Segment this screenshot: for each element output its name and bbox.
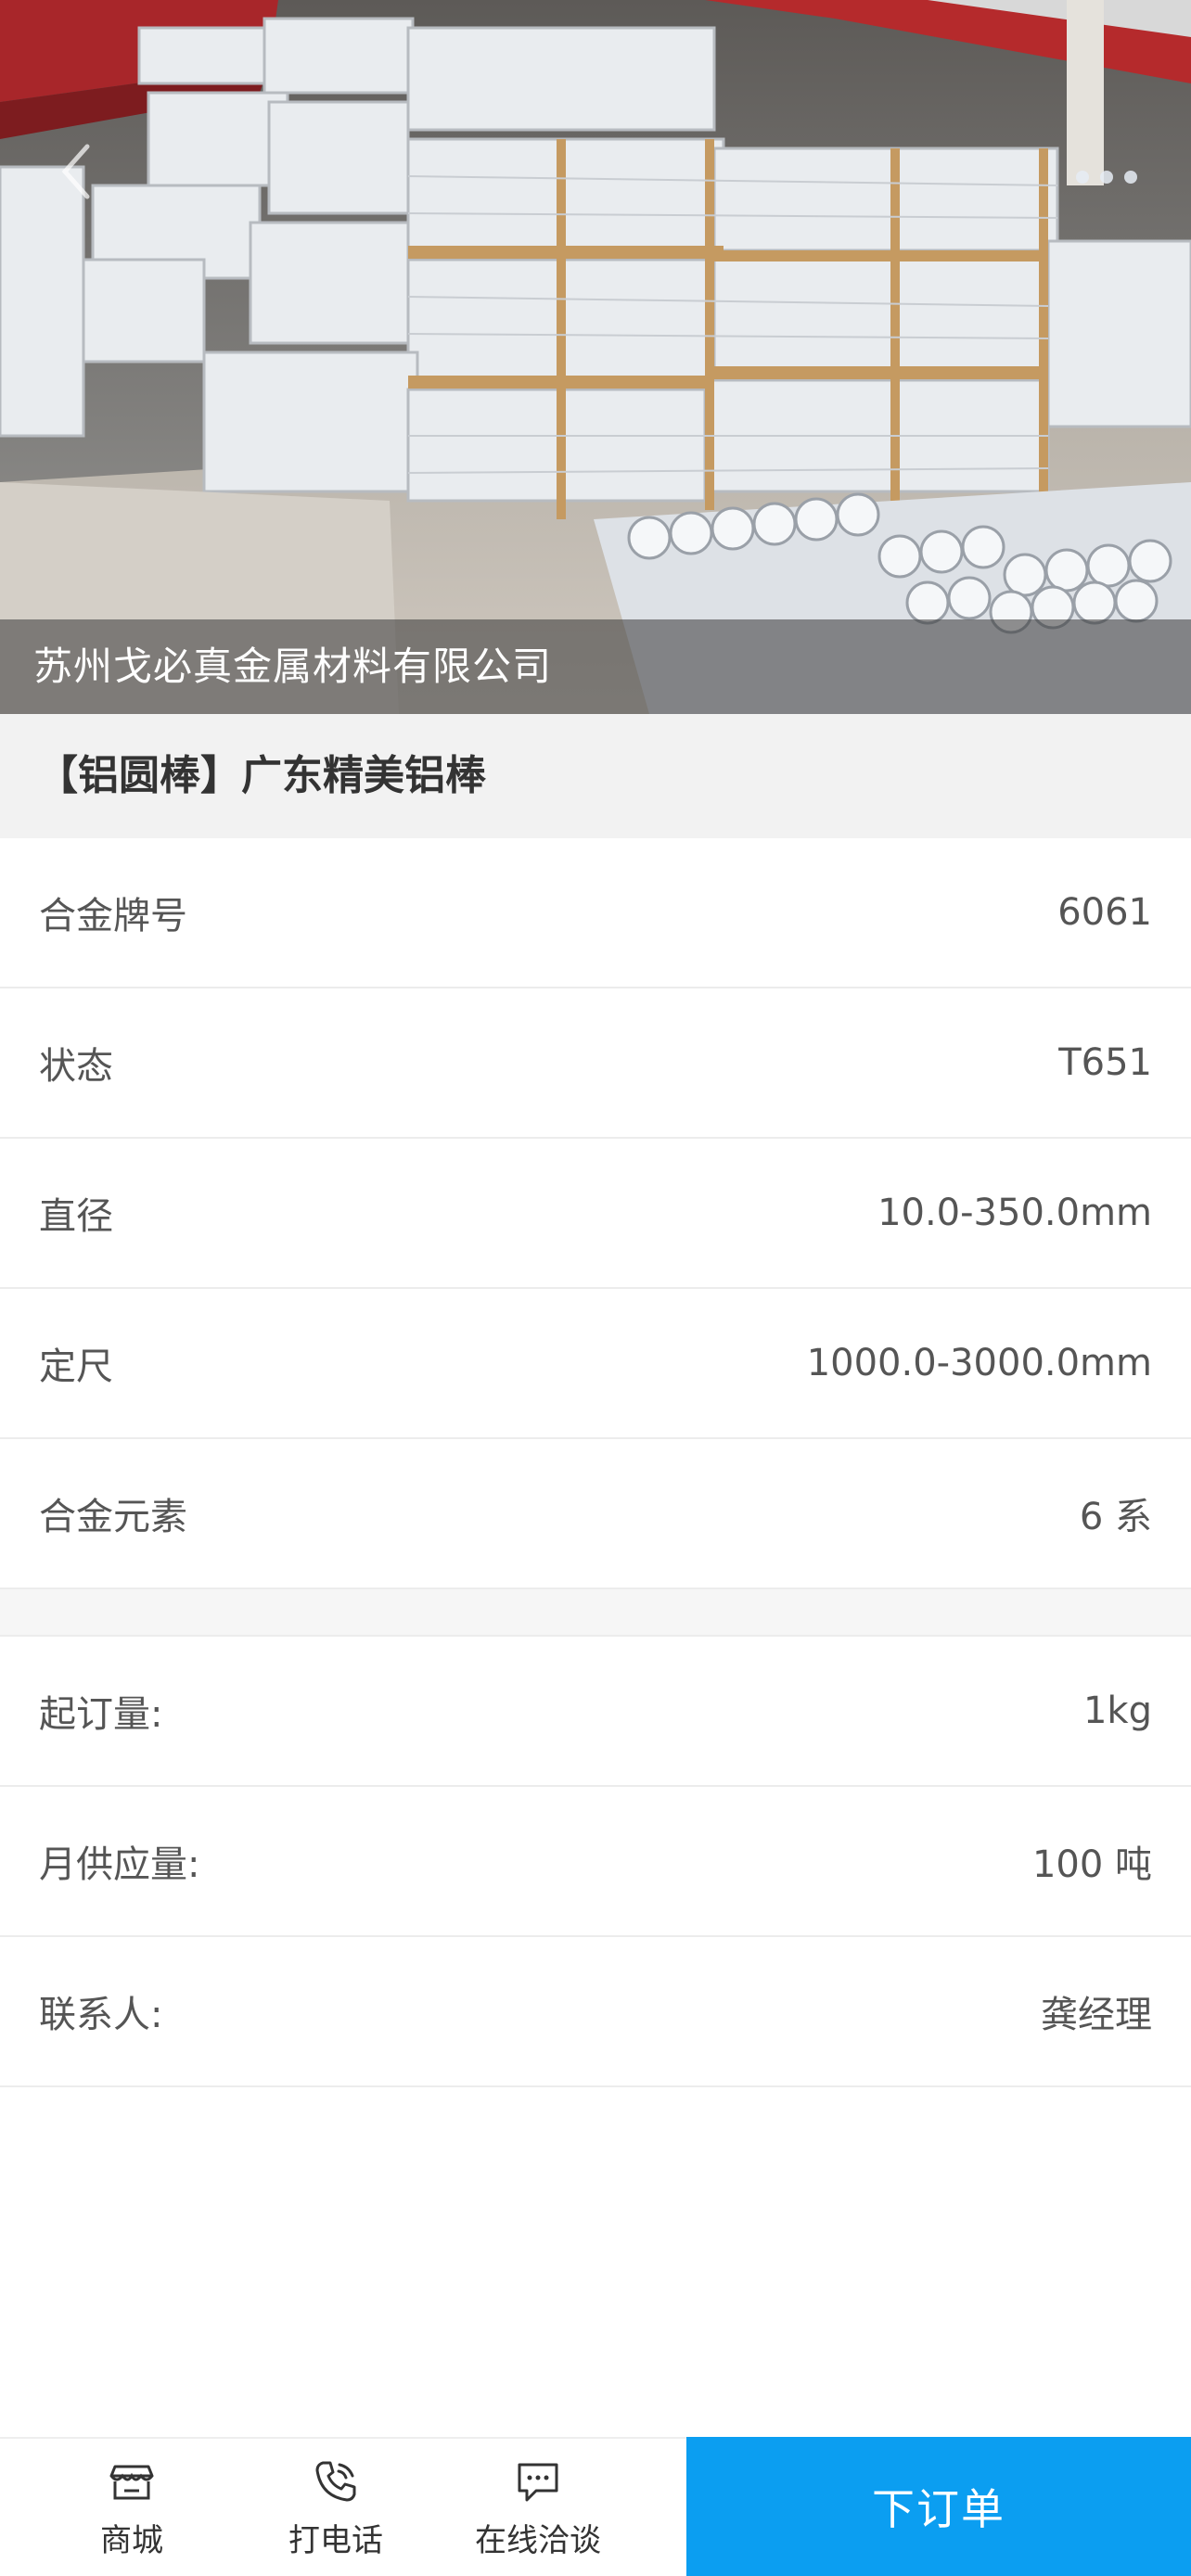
spec-value: 6 系 <box>1079 1496 1152 1538</box>
carousel-prev-icon[interactable] <box>54 139 100 204</box>
spec-value: 6061 <box>1057 891 1152 934</box>
carousel-dot[interactable] <box>1076 171 1089 184</box>
spec-row-length: 定尺 1000.0-3000.0mm <box>0 1289 1191 1439</box>
spec-list: 合金牌号 6061 状态 T651 直径 10.0-350.0mm 定尺 100… <box>0 838 1191 1589</box>
call-button[interactable]: 打电话 <box>243 2439 429 2576</box>
product-photo <box>0 0 1191 714</box>
carousel-indicator <box>1076 171 1137 184</box>
info-label: 联系人: <box>39 1994 163 2036</box>
order-info-list: 起订量: 1kg 月供应量: 100 吨 联系人: 龚经理 <box>0 1637 1191 2087</box>
info-row-contact: 联系人: 龚经理 <box>0 1937 1191 2087</box>
spec-row-diameter: 直径 10.0-350.0mm <box>0 1139 1191 1289</box>
spec-row-alloy-grade: 合金牌号 6061 <box>0 838 1191 988</box>
call-label: 打电话 <box>288 2521 383 2559</box>
place-order-button[interactable]: 下订单 <box>686 2437 1191 2576</box>
section-divider <box>0 1589 1191 1637</box>
spec-value: T651 <box>1058 1041 1152 1084</box>
shop-label: 商城 <box>100 2521 163 2559</box>
store-icon <box>109 2465 154 2499</box>
carousel-dot[interactable] <box>1100 171 1113 184</box>
spec-label: 直径 <box>39 1195 113 1238</box>
online-chat-button[interactable]: 在线洽谈 <box>445 2439 631 2576</box>
product-detail-page: 苏州戈必真金属材料有限公司 【铝圆棒】广东精美铝棒 合金牌号 6061 状态 T… <box>0 0 1191 2576</box>
spec-row-temper: 状态 T651 <box>0 988 1191 1139</box>
chat-icon <box>518 2463 558 2501</box>
info-label: 起订量: <box>39 1693 163 1736</box>
spec-value: 10.0-350.0mm <box>877 1192 1152 1234</box>
product-image-carousel[interactable]: 苏州戈必真金属材料有限公司 <box>0 0 1191 714</box>
spec-label: 定尺 <box>39 1345 113 1388</box>
info-value: 1kg <box>1082 1690 1152 1732</box>
info-value: 龚经理 <box>1041 1994 1152 2036</box>
shop-button[interactable]: 商城 <box>39 2439 224 2576</box>
spec-label: 合金元素 <box>39 1496 187 1538</box>
company-name: 苏州戈必真金属材料有限公司 <box>0 619 1191 714</box>
spec-label: 状态 <box>39 1045 113 1088</box>
carousel-dot[interactable] <box>1124 171 1137 184</box>
phone-icon <box>315 2461 356 2501</box>
chat-label: 在线洽谈 <box>475 2521 601 2559</box>
info-row-monthly-supply: 月供应量: 100 吨 <box>0 1787 1191 1937</box>
product-title: 【铝圆棒】广东精美铝棒 <box>0 714 1191 838</box>
spec-label: 合金牌号 <box>39 895 187 937</box>
info-value: 100 吨 <box>1031 1843 1152 1886</box>
info-row-min-order: 起订量: 1kg <box>0 1637 1191 1787</box>
spec-value: 1000.0-3000.0mm <box>806 1342 1152 1384</box>
info-label: 月供应量: <box>39 1843 200 1886</box>
spec-row-alloy-series: 合金元素 6 系 <box>0 1439 1191 1589</box>
